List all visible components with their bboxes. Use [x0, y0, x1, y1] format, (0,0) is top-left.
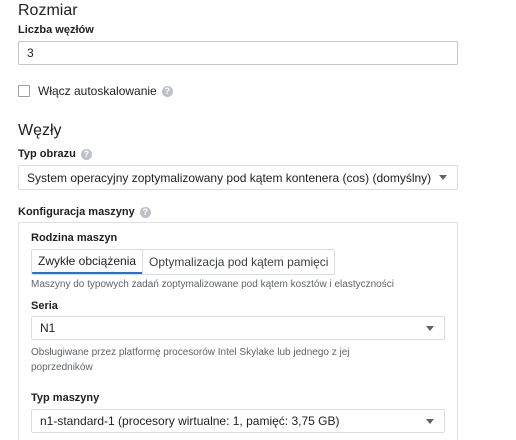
help-circle-icon[interactable]: ?: [161, 85, 173, 97]
chevron-down-icon: [426, 418, 434, 424]
series-hint: Obsługiwane przez platformę procesorów I…: [31, 345, 350, 375]
series-hint-line-2: poprzedników: [31, 362, 93, 373]
image-type-label: Typ obrazu: [18, 148, 76, 160]
image-type-select[interactable]: System operacyjny zoptymalizowany pod ką…: [18, 165, 458, 190]
image-type-value: System operacyjny zoptymalizowany pod ką…: [27, 170, 432, 185]
tab-general-purpose[interactable]: Zwykłe obciążenia: [32, 250, 143, 274]
help-circle-icon[interactable]: ?: [80, 148, 92, 160]
node-count-input[interactable]: 3: [18, 41, 458, 65]
machine-family-tabs: Zwykłe obciążenia Optymalizacja pod kąte…: [31, 249, 336, 275]
help-circle-icon[interactable]: ?: [139, 206, 151, 218]
series-select[interactable]: N1: [31, 316, 445, 340]
machine-family-label: Rodzina maszyn: [31, 232, 118, 244]
machine-type-label: Typ maszyny: [31, 392, 100, 404]
autoscale-checkbox[interactable]: [18, 85, 30, 97]
autoscale-label[interactable]: Włącz autoskalowanie: [38, 84, 157, 98]
tab-memory-optimized[interactable]: Optymalizacja pod kątem pamięci: [142, 250, 335, 274]
node-count-label: Liczba węzłów: [18, 24, 94, 36]
machine-config-label: Konfiguracja maszyny: [18, 206, 135, 218]
machine-family-hint: Maszyny do typowych zadań zoptymalizowan…: [31, 279, 394, 290]
series-hint-line-1: Obsługiwane przez platformę procesorów I…: [31, 347, 350, 358]
autoscale-row: Włącz autoskalowanie ?: [18, 84, 173, 98]
series-value: N1: [40, 321, 56, 335]
image-type-label-row: Typ obrazu ?: [18, 148, 92, 160]
machine-type-value: n1-standard-1 (procesory wirtualne: 1, p…: [40, 414, 340, 428]
size-section-title: Rozmiar: [18, 2, 78, 19]
machine-config-label-row: Konfiguracja maszyny ?: [18, 206, 151, 218]
series-label: Seria: [31, 300, 58, 312]
nodes-section-title: Węzły: [18, 122, 62, 139]
machine-type-select[interactable]: n1-standard-1 (procesory wirtualne: 1, p…: [31, 409, 445, 433]
node-count-value: 3: [27, 46, 34, 60]
chevron-down-icon: [439, 175, 447, 180]
chevron-down-icon: [426, 325, 434, 331]
